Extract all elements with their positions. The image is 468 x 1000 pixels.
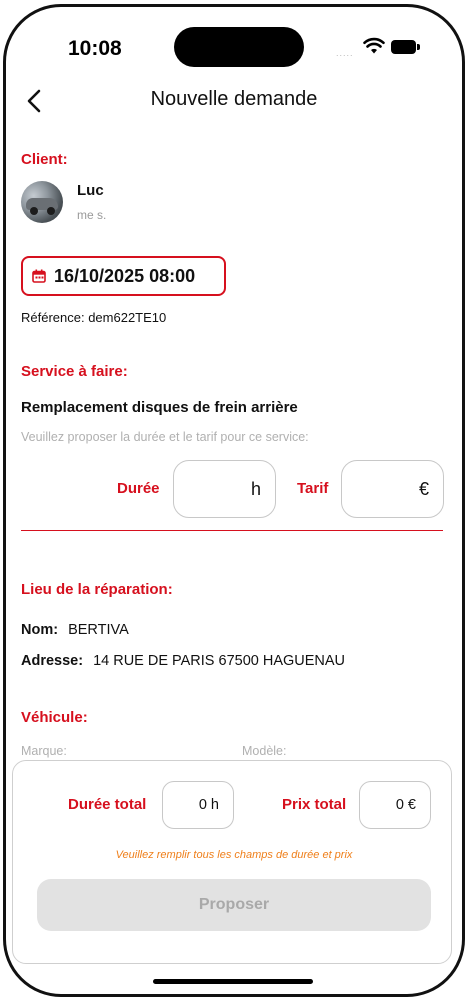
validation-warning: Veuillez remplir tous les champs de duré… [115,849,353,861]
signal-icon: ..... [336,48,354,58]
service-section-label: Service à faire: [21,363,128,380]
dynamic-island [174,27,304,67]
location-address-label: Adresse: [21,653,84,669]
duration-label: Durée [117,480,160,497]
price-unit: € [418,478,429,499]
total-duration-value: 0 h [198,797,219,813]
total-price-label: Prix total [282,796,347,813]
vehicle-brand-label: Marque: [21,744,67,758]
location-address-value: 14 RUE DE PARIS 67500 HAGUENAU [93,653,346,669]
duration-input[interactable]: h [173,460,276,518]
status-time: 10:08 [68,37,122,60]
location-name-label: Nom: [21,622,59,638]
location-name-value: BERTIVA [68,622,129,638]
location-section-label: Lieu de la réparation: [21,581,173,598]
vehicle-model-label: Modèle: [242,744,287,758]
appointment-datetime: 16/10/2025 08:00 [54,265,196,286]
section-divider [21,530,443,531]
total-price-value: 0 € [395,797,416,813]
home-indicator [153,979,313,984]
total-duration-label: Durée total [68,796,147,813]
battery-icon [391,40,421,54]
price-label: Tarif [297,480,329,497]
duration-unit: h [250,478,261,499]
service-name: Remplacement disques de frein arrière [21,399,298,416]
price-input[interactable]: € [341,460,444,518]
wifi-icon [363,37,385,54]
service-hint: Veuillez proposer la durée et le tarif p… [21,430,309,444]
client-avatar [21,181,63,223]
total-duration-field: 0 h [162,781,234,829]
client-subtitle: me s. [77,208,107,222]
client-section-label: Client: [21,151,68,168]
total-price-field: 0 € [359,781,431,829]
page-title: Nouvelle demande [150,88,318,110]
location-address-row: Adresse: 14 RUE DE PARIS 67500 HAGUENAU [21,653,345,669]
calendar-icon [32,269,46,283]
vehicle-section-label: Véhicule: [21,709,88,726]
appointment-date-button[interactable]: 16/10/2025 08:00 [21,256,226,296]
propose-button[interactable]: Proposer [37,879,431,931]
reference-text: Référence: dem622TE10 [21,310,167,325]
location-name-row: Nom: BERTIVA [21,622,129,638]
client-name: Luc [77,182,104,199]
